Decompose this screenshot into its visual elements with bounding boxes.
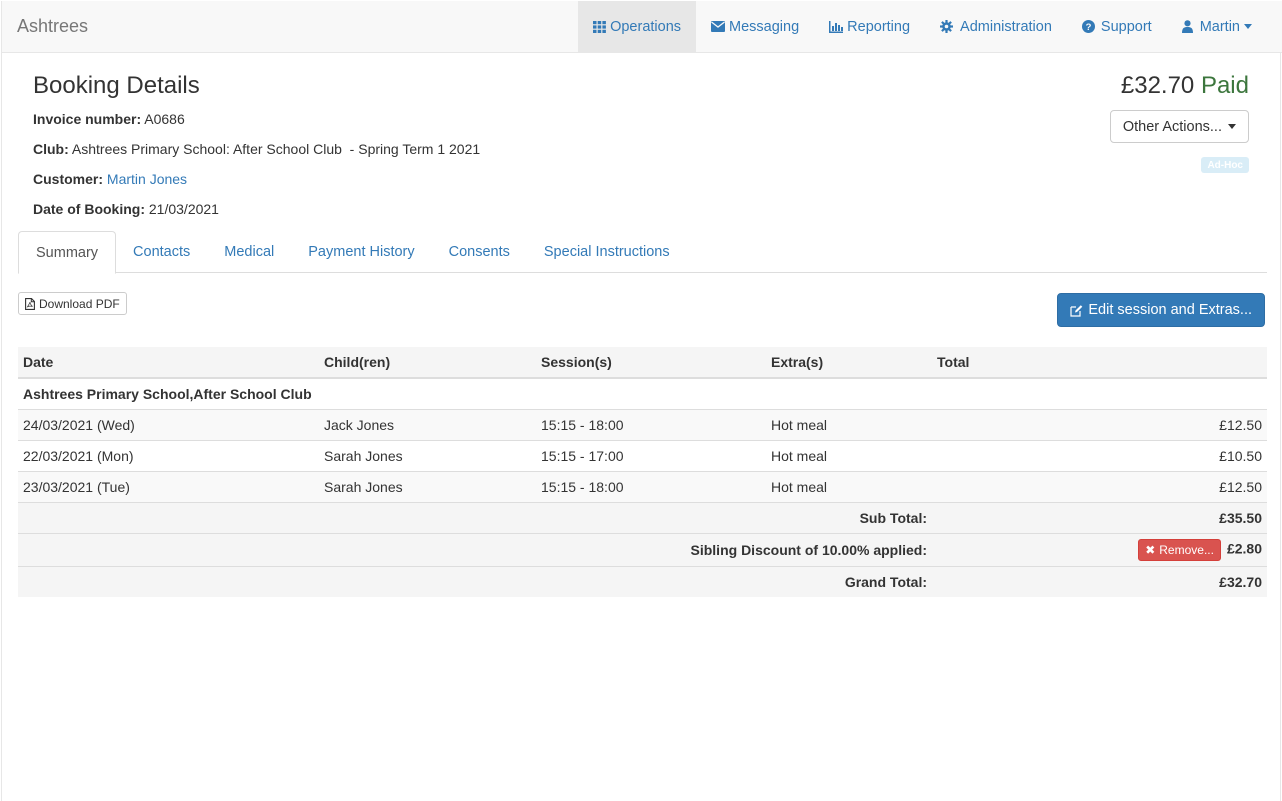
column-header: Child(ren) [319, 347, 536, 379]
session-date: 24/03/2021 (Wed) [18, 408, 319, 440]
session-time: 15:15 - 18:00 [536, 408, 766, 440]
grand-total-label: Grand Total: [18, 565, 932, 597]
payment-status: Paid [1200, 72, 1249, 99]
nav-reporting-label: Reporting [847, 18, 911, 35]
table-row: 24/03/2021 (Wed) Jack Jones 15:15 - 18:0… [18, 408, 1267, 440]
nav-reporting[interactable]: Reporting [814, 1, 925, 52]
tab-payment-history[interactable]: Payment History [291, 231, 431, 273]
club-label: Club: [33, 141, 69, 157]
session-time: 15:15 - 17:00 [536, 439, 766, 471]
row-total: £12.50 [932, 470, 1267, 502]
file-pdf-icon [25, 297, 35, 310]
nav-user-menu[interactable]: Martin [1167, 1, 1267, 52]
nav-administration-label: Administration [960, 18, 1052, 35]
top-navbar: Ashtrees Operations Messaging Reporting [2, 1, 1282, 53]
discount-row: Sibling Discount of 10.00% applied: ✖ Re… [18, 532, 1267, 566]
column-header: Extra(s) [766, 347, 932, 379]
tab-special-instructions[interactable]: Special Instructions [527, 231, 687, 273]
other-actions-label: Other Actions... [1122, 118, 1222, 135]
amount-value: £32.70 [1120, 72, 1195, 99]
tab-consents[interactable]: Consents [432, 231, 527, 273]
nav-operations-label: Operations [610, 18, 682, 35]
chevron-down-icon [1228, 124, 1236, 129]
download-pdf-button[interactable]: Download PDF [18, 292, 127, 315]
nav-messaging[interactable]: Messaging [696, 1, 814, 52]
column-header: Date [18, 347, 319, 379]
gear-icon [940, 20, 954, 33]
chevron-down-icon [1244, 24, 1252, 29]
group-row: Ashtrees Primary School,After School Clu… [18, 377, 1267, 409]
grid-icon [593, 20, 606, 33]
extra-name: Hot meal [766, 470, 932, 502]
other-actions-dropdown[interactable]: Other Actions... [1109, 110, 1249, 143]
customer-label: Customer: [33, 171, 104, 187]
user-icon [1181, 20, 1193, 33]
tab-summary[interactable]: Summary [18, 231, 117, 274]
edit-session-label: Edit session and Extras... [1088, 302, 1252, 318]
nav-administration[interactable]: Administration [925, 1, 1067, 52]
booking-table: Date Child(ren) Session(s) Extra(s) Tota… [18, 347, 1267, 597]
booking-tabs: Summary Contacts Medical Payment History… [18, 231, 1267, 274]
tab-medical[interactable]: Medical [207, 231, 291, 273]
tab-contacts[interactable]: Contacts [116, 231, 207, 273]
invoice-number-label: Invoice number: [33, 111, 142, 127]
extra-name: Hot meal [766, 439, 932, 471]
bar-chart-icon [829, 20, 844, 33]
session-time: 15:15 - 18:00 [536, 470, 766, 502]
invoice-number-row: Invoice number: A0686 [33, 109, 185, 129]
booking-date-value: 21/03/2021 [148, 201, 219, 217]
app-frame: Ashtrees Operations Messaging Reporting [1, 1, 1282, 801]
booking-date-label: Date of Booking: [33, 201, 145, 217]
booking-amount: £32.70 Paid [1121, 71, 1249, 101]
nav-user-label: Martin [1199, 18, 1240, 35]
question-circle-icon: ? [1081, 20, 1095, 33]
row-total: £10.50 [932, 439, 1267, 471]
subtotal-value: £35.50 [932, 501, 1267, 533]
grand-total-row: Grand Total: £32.70 [18, 565, 1267, 597]
download-pdf-label: Download PDF [39, 296, 120, 311]
child-name: Jack Jones [319, 408, 536, 440]
column-header: Session(s) [536, 347, 766, 379]
customer-link[interactable]: Martin Jones [107, 171, 187, 187]
svg-text:?: ? [1086, 22, 1092, 33]
nav-support-label: Support [1100, 18, 1152, 35]
table-row: 23/03/2021 (Tue) Sarah Jones 15:15 - 18:… [18, 470, 1267, 502]
close-icon: ✖ [1145, 542, 1156, 557]
child-name: Sarah Jones [319, 439, 536, 471]
table-row: 22/03/2021 (Mon) Sarah Jones 15:15 - 17:… [18, 439, 1267, 471]
session-date: 23/03/2021 (Tue) [18, 470, 319, 502]
table-header-row: Date Child(ren) Session(s) Extra(s) Tota… [18, 347, 1267, 379]
discount-cell: ✖ Remove... £2.80 [932, 532, 1267, 566]
club-value: Ashtrees Primary School: After School Cl… [71, 141, 481, 157]
child-name: Sarah Jones [319, 470, 536, 502]
row-total: £12.50 [932, 408, 1267, 440]
session-date: 22/03/2021 (Mon) [18, 439, 319, 471]
booking-date-row: Date of Booking: 21/03/2021 [33, 199, 219, 219]
extra-name: Hot meal [766, 408, 932, 440]
discount-label: Sibling Discount of 10.00% applied: [18, 532, 932, 566]
envelope-icon [711, 21, 726, 32]
group-title: Ashtrees Primary School,After School Clu… [18, 377, 1267, 409]
nav-messaging-label: Messaging [729, 18, 800, 35]
invoice-number-value: A0686 [144, 111, 185, 127]
main-nav: Operations Messaging Reporting Administr… [578, 1, 1267, 52]
subtotal-row: Sub Total: £35.50 [18, 501, 1267, 533]
grand-total-value: £32.70 [932, 565, 1267, 597]
club-row: Club: Ashtrees Primary School: After Sch… [33, 139, 480, 159]
discount-value: £2.80 [1226, 540, 1262, 557]
customer-row: Customer: Martin Jones [33, 169, 187, 189]
booking-type-badge: Ad-Hoc [1201, 157, 1249, 173]
brand-name[interactable]: Ashtrees [17, 16, 88, 36]
edit-icon [1070, 304, 1083, 317]
subtotal-label: Sub Total: [18, 501, 932, 533]
nav-support[interactable]: ? Support [1067, 1, 1167, 52]
nav-operations[interactable]: Operations [578, 1, 697, 52]
page-title: Booking Details [33, 72, 200, 99]
column-header: Total [932, 347, 1267, 379]
remove-discount-label: Remove... [1159, 542, 1214, 557]
edit-session-button[interactable]: Edit session and Extras... [1057, 293, 1265, 327]
remove-discount-button[interactable]: ✖ Remove... [1138, 538, 1221, 561]
